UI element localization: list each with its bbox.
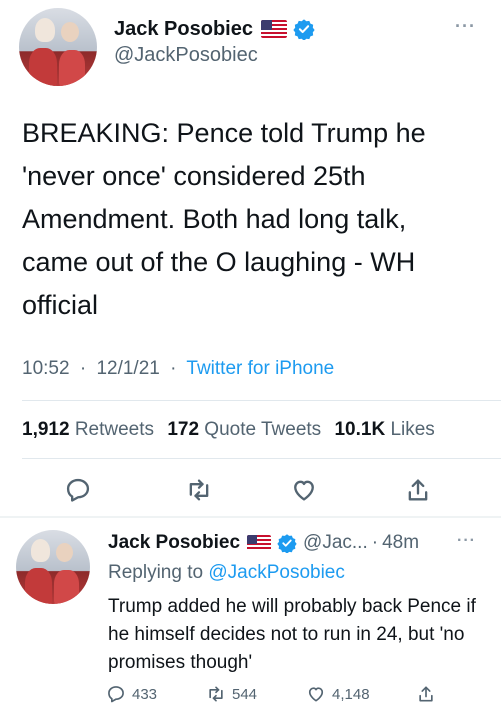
share-icon[interactable] — [402, 474, 434, 506]
reply-icon[interactable] — [62, 474, 94, 506]
author-handle[interactable]: @Jac... — [303, 532, 368, 554]
quotes-stat[interactable]: 172 Quote Tweets — [167, 419, 321, 440]
author-handle[interactable]: @JackPosobiec — [114, 44, 258, 67]
more-icon[interactable]: ··· — [457, 532, 476, 550]
tweet-date: 12/1/21 — [96, 358, 160, 379]
likes-count: 10.1K — [334, 419, 386, 440]
tweet-source-link[interactable]: Twitter for iPhone — [186, 358, 334, 379]
us-flag-icon — [260, 20, 287, 38]
divider — [22, 458, 501, 459]
reply-tweet[interactable]: Jack Posobiec @Jac... · 48m ··· Replying… — [0, 518, 501, 720]
meta-separator: · — [79, 358, 87, 379]
retweets-label: Retweets — [74, 419, 155, 440]
heart-icon — [308, 687, 324, 702]
retweet-count: 544 — [232, 685, 258, 703]
share-icon — [419, 686, 433, 702]
tweet-meta: 10:52 · 12/1/21 · Twitter for iPhone — [22, 358, 334, 380]
meta-separator: · — [371, 532, 379, 553]
heart-icon[interactable] — [288, 474, 320, 506]
quotes-count: 172 — [167, 419, 200, 440]
quotes-label: Quote Tweets — [204, 419, 322, 440]
reply-count: 433 — [132, 685, 158, 703]
replying-to-mention[interactable]: @JackPosobiec — [208, 562, 345, 583]
avatar[interactable] — [19, 8, 97, 86]
retweets-count: 1,912 — [22, 419, 70, 440]
likes-stat[interactable]: 10.1K Likes — [334, 419, 434, 440]
reply-author-row: Jack Posobiec @Jac... · 48m — [108, 530, 419, 556]
display-name[interactable]: Jack Posobiec — [114, 18, 253, 41]
share-button[interactable] — [416, 684, 436, 704]
meta-separator: · — [170, 358, 177, 379]
verified-badge-icon — [277, 533, 297, 554]
like-count: 4,148 — [332, 685, 370, 703]
reply-icon — [108, 686, 124, 703]
retweet-button[interactable]: 544 — [206, 684, 306, 704]
likes-label: Likes — [390, 419, 435, 440]
verified-badge-icon — [293, 18, 315, 41]
tweet-text: BREAKING: Pence told Trump he 'never onc… — [22, 118, 426, 320]
retweet-icon[interactable] — [183, 474, 215, 506]
avatar[interactable] — [16, 530, 90, 604]
more-icon[interactable]: ··· — [455, 16, 476, 37]
retweet-icon — [209, 686, 223, 702]
replying-to-label: Replying to — [108, 562, 204, 583]
divider — [22, 400, 501, 401]
author-name-row: Jack Posobiec — [114, 14, 315, 44]
tweet-stats: 1,912 Retweets 172 Quote Tweets 10.1K Li… — [22, 419, 435, 441]
tweet-age[interactable]: 48m — [382, 532, 419, 554]
retweets-stat[interactable]: 1,912 Retweets — [22, 419, 154, 440]
reply-action-bar: 433 544 4,148 — [106, 684, 486, 704]
like-button[interactable]: 4,148 — [306, 684, 416, 704]
replying-to: Replying to @JackPosobiec — [108, 562, 345, 584]
display-name[interactable]: Jack Posobiec — [108, 532, 240, 554]
reply-button[interactable]: 433 — [106, 684, 206, 704]
tweet-time: 10:52 — [22, 358, 70, 379]
reply-text: Trump added he will probably back Pence … — [108, 596, 476, 673]
us-flag-icon — [247, 535, 272, 551]
